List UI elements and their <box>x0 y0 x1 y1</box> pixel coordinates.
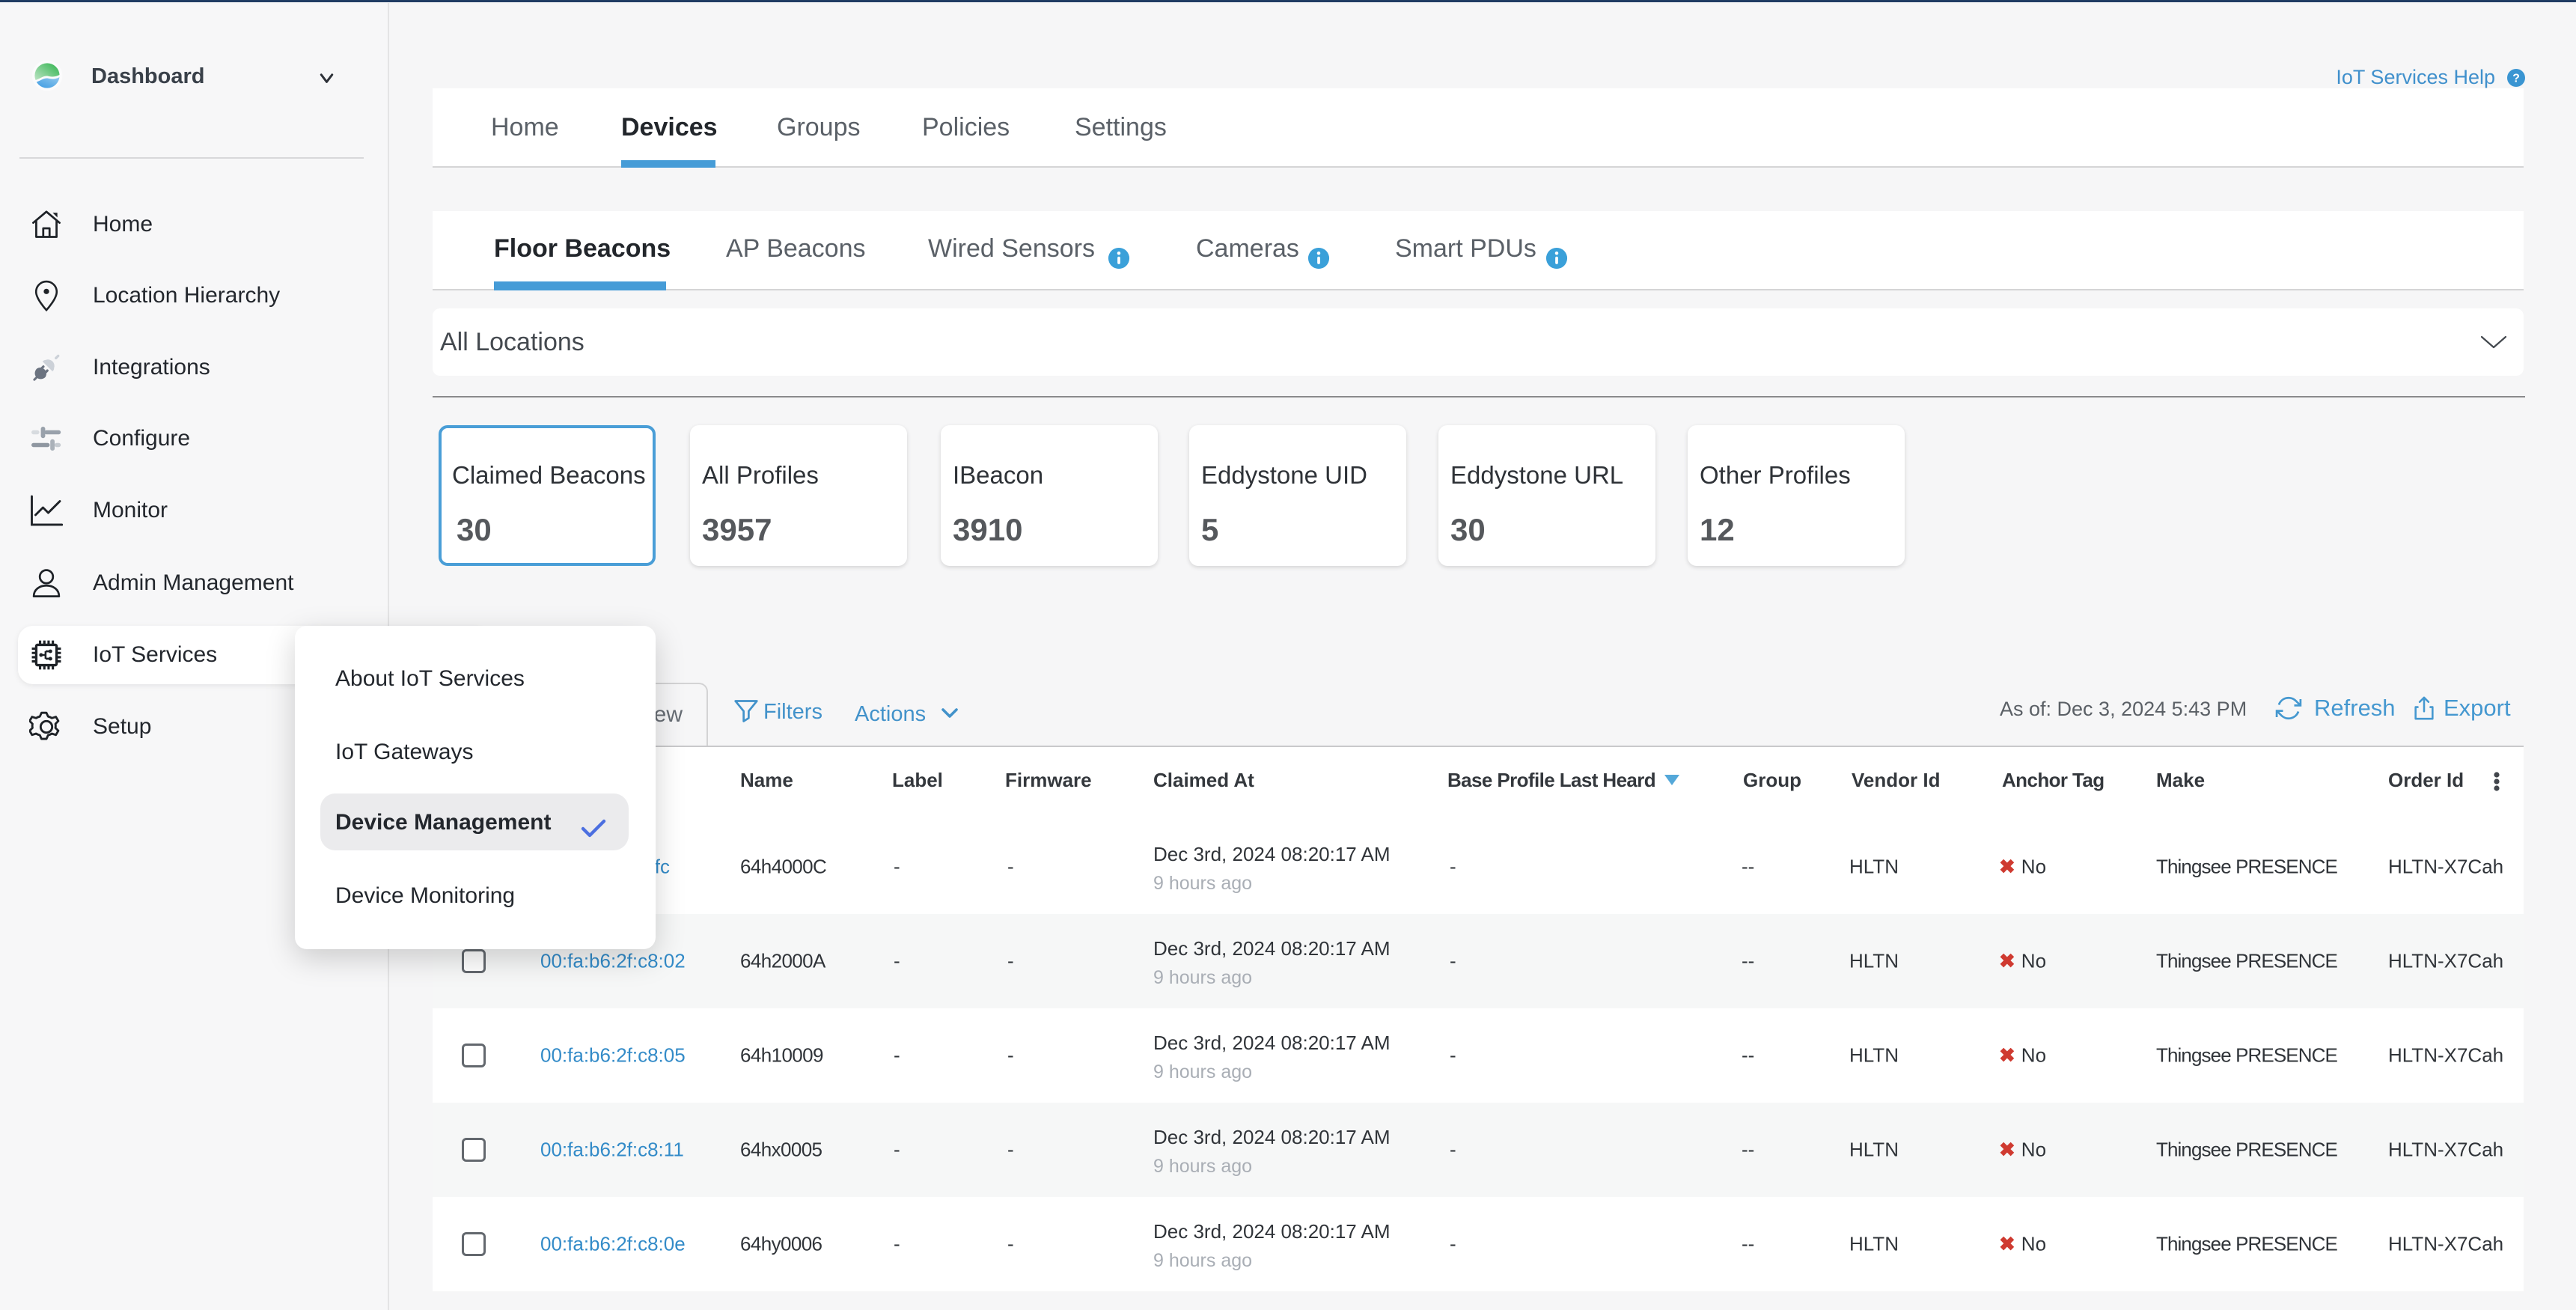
svg-text:?: ? <box>2512 73 2520 85</box>
